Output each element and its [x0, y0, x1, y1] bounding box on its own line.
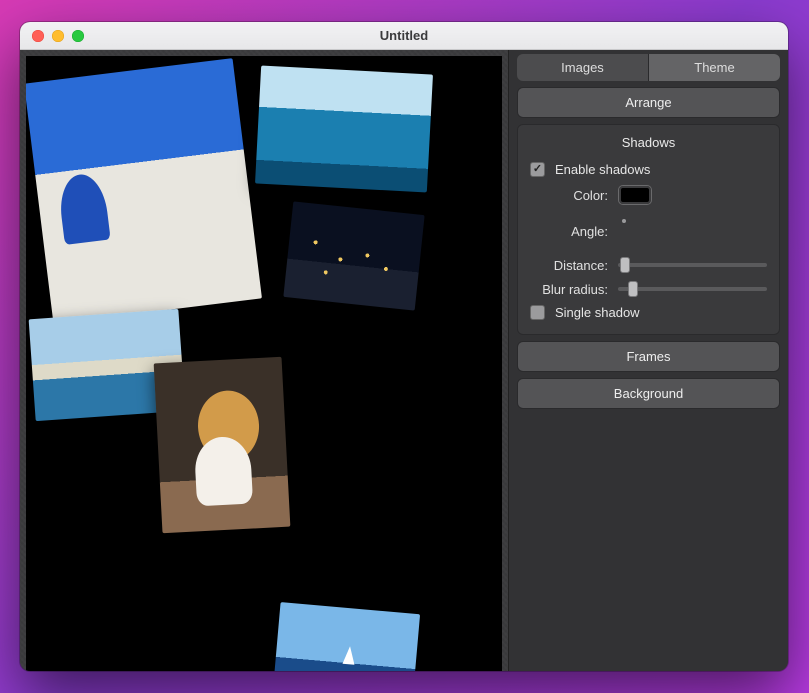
inspector-panel: Images Theme Arrange Shadows Enable shad… [508, 50, 788, 671]
distance-slider[interactable] [618, 257, 767, 273]
traffic-lights [20, 30, 84, 42]
single-shadow-checkbox[interactable] [530, 305, 545, 320]
background-button[interactable]: Background [517, 378, 780, 409]
blur-slider[interactable] [618, 281, 767, 297]
shadows-title: Shadows [530, 135, 767, 150]
shadow-color-well[interactable] [618, 185, 652, 205]
distance-label: Distance: [530, 258, 608, 273]
canvas-area [20, 50, 508, 671]
photo-santorini-domes[interactable] [26, 58, 262, 324]
window-body: Images Theme Arrange Shadows Enable shad… [20, 50, 788, 671]
photo-coast-aerial[interactable] [255, 66, 433, 193]
photo-sailboat[interactable] [272, 602, 420, 671]
zoom-icon[interactable] [72, 30, 84, 42]
minimize-icon[interactable] [52, 30, 64, 42]
color-label: Color: [530, 188, 608, 203]
photo-ice-cream-cone[interactable] [154, 357, 291, 533]
angle-label: Angle: [530, 224, 608, 239]
blur-label: Blur radius: [530, 282, 608, 297]
tab-images[interactable]: Images [517, 54, 649, 81]
enable-shadows-checkbox[interactable] [530, 162, 545, 177]
shadows-section: Shadows Enable shadows Color: Angle: Dis… [517, 124, 780, 335]
inspector-tabs: Images Theme [517, 54, 780, 81]
titlebar: Untitled [20, 22, 788, 50]
collage-canvas[interactable] [26, 56, 502, 671]
app-window: Untitled Images Theme Arrange Shadows En… [20, 22, 788, 671]
close-icon[interactable] [32, 30, 44, 42]
frames-button[interactable]: Frames [517, 341, 780, 372]
tab-theme[interactable]: Theme [649, 54, 780, 81]
photo-night-city[interactable] [283, 201, 424, 310]
single-shadow-label: Single shadow [555, 305, 640, 320]
arrange-button[interactable]: Arrange [517, 87, 780, 118]
enable-shadows-label: Enable shadows [555, 162, 650, 177]
window-title: Untitled [20, 28, 788, 43]
